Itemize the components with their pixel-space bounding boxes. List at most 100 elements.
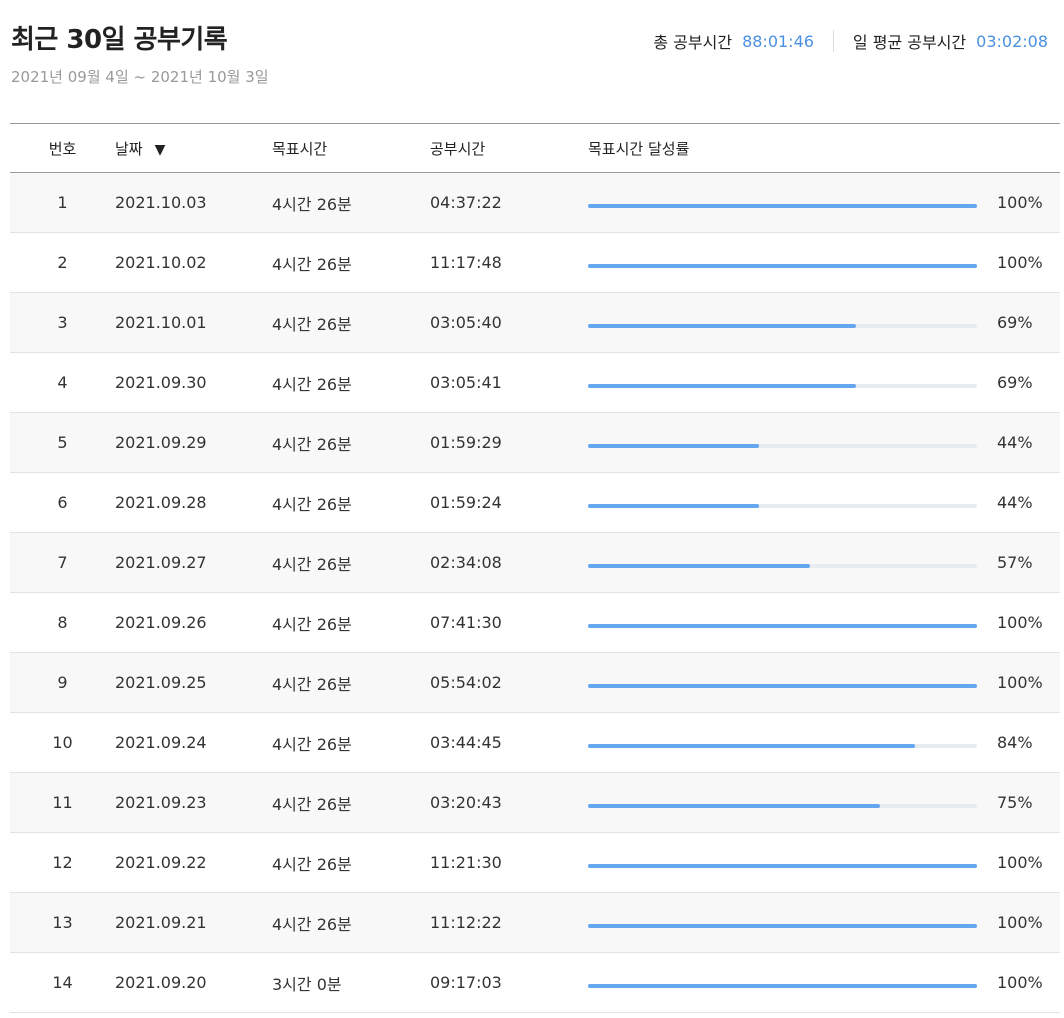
column-header-date-label: 날짜 xyxy=(115,139,143,158)
progress-bar-track xyxy=(588,323,977,328)
row-date: 2021.09.21 xyxy=(115,913,207,932)
table-row: 8 2021.09.26 4시간 26분 07:41:30 100% xyxy=(10,593,1060,653)
table-row: 2 2021.10.02 4시간 26분 11:17:48 100% xyxy=(10,233,1060,293)
total-study-time-value: 88:01:46 xyxy=(742,31,814,51)
row-achievement: 100% xyxy=(588,193,1060,212)
row-achievement: 75% xyxy=(588,793,1060,812)
table-body: 1 2021.10.03 4시간 26분 04:37:22 100% 2 2021.10.0… xyxy=(10,173,1060,1013)
row-number: 4 xyxy=(57,373,68,392)
progress-bar-fill xyxy=(588,683,977,688)
row-goal-time: 4시간 26분 xyxy=(272,734,352,754)
row-goal-time: 4시간 26분 xyxy=(272,674,352,694)
row-number: 2 xyxy=(57,253,68,272)
row-achievement: 44% xyxy=(588,493,1060,512)
row-study-time: 03:20:43 xyxy=(430,793,502,812)
column-header-study: 공부시간 xyxy=(430,139,486,158)
row-study-time: 11:17:48 xyxy=(430,253,502,272)
row-goal-time: 4시간 26분 xyxy=(272,194,352,214)
progress-bar-track xyxy=(588,743,977,748)
progress-bar-fill xyxy=(588,563,810,568)
progress-bar-fill xyxy=(588,863,977,868)
row-date: 2021.09.23 xyxy=(115,793,207,812)
achievement-percent: 69% xyxy=(997,313,1033,332)
row-goal-time: 4시간 26분 xyxy=(272,254,352,274)
row-number: 10 xyxy=(52,733,73,752)
progress-bar-fill xyxy=(588,263,977,268)
row-achievement: 100% xyxy=(588,973,1060,992)
row-date: 2021.09.30 xyxy=(115,373,207,392)
row-achievement: 100% xyxy=(588,853,1060,872)
achievement-percent: 100% xyxy=(997,613,1043,632)
row-study-time: 03:44:45 xyxy=(430,733,502,752)
row-study-time: 01:59:24 xyxy=(430,493,502,512)
table-row: 6 2021.09.28 4시간 26분 01:59:24 44% xyxy=(10,473,1060,533)
table-row: 4 2021.09.30 4시간 26분 03:05:41 69% xyxy=(10,353,1060,413)
row-study-time: 03:05:41 xyxy=(430,373,502,392)
progress-bar-track xyxy=(588,203,977,208)
row-achievement: 100% xyxy=(588,673,1060,692)
achievement-percent: 69% xyxy=(997,373,1033,392)
row-number: 13 xyxy=(52,913,73,932)
achievement-percent: 57% xyxy=(997,553,1033,572)
achievement-percent: 100% xyxy=(997,253,1043,272)
table-row: 12 2021.09.22 4시간 26분 11:21:30 100% xyxy=(10,833,1060,893)
progress-bar-track xyxy=(588,443,977,448)
row-date: 2021.10.03 xyxy=(115,193,207,212)
row-study-time: 11:12:22 xyxy=(430,913,502,932)
progress-bar-track xyxy=(588,863,977,868)
progress-bar-fill xyxy=(588,743,915,748)
progress-bar-fill xyxy=(588,503,760,508)
row-number: 1 xyxy=(57,193,68,212)
row-number: 9 xyxy=(57,673,68,692)
column-header-date[interactable]: 날짜 ▼ xyxy=(115,138,272,159)
date-range: 2021년 09월 4일 ~ 2021년 10월 3일 xyxy=(11,68,269,86)
row-number: 3 xyxy=(57,313,68,332)
row-goal-time: 4시간 26분 xyxy=(272,494,352,514)
row-achievement: 100% xyxy=(588,613,1060,632)
table-row: 11 2021.09.23 4시간 26분 03:20:43 75% xyxy=(10,773,1060,833)
row-date: 2021.10.01 xyxy=(115,313,207,332)
row-number: 14 xyxy=(52,973,73,992)
study-stats: 총 공부시간 88:01:46 일 평균 공부시간 03:02:08 xyxy=(653,29,1048,53)
progress-bar-track xyxy=(588,503,977,508)
achievement-percent: 75% xyxy=(997,793,1033,812)
table-row: 10 2021.09.24 4시간 26분 03:44:45 84% xyxy=(10,713,1060,773)
row-achievement: 44% xyxy=(588,433,1060,452)
progress-bar-track xyxy=(588,923,977,928)
achievement-percent: 44% xyxy=(997,493,1033,512)
achievement-percent: 100% xyxy=(997,673,1043,692)
row-date: 2021.09.22 xyxy=(115,853,207,872)
total-study-time-label: 총 공부시간 xyxy=(653,33,733,52)
progress-bar-fill xyxy=(588,443,760,448)
progress-bar-track xyxy=(588,623,977,628)
progress-bar-track xyxy=(588,263,977,268)
progress-bar-track xyxy=(588,383,977,388)
stats-divider xyxy=(832,30,834,52)
progress-bar-fill xyxy=(588,323,857,328)
daily-average-value: 03:02:08 xyxy=(976,31,1048,51)
table-row: 14 2021.09.20 3시간 0분 09:17:03 100% xyxy=(10,953,1060,1013)
row-achievement: 100% xyxy=(588,913,1060,932)
achievement-percent: 84% xyxy=(997,733,1033,752)
row-goal-time: 4시간 26분 xyxy=(272,854,352,874)
achievement-percent: 100% xyxy=(997,853,1043,872)
achievement-percent: 100% xyxy=(997,193,1043,212)
row-number: 7 xyxy=(57,553,68,572)
progress-bar-track xyxy=(588,683,977,688)
row-goal-time: 4시간 26분 xyxy=(272,614,352,634)
row-number: 11 xyxy=(52,793,73,812)
achievement-percent: 100% xyxy=(997,913,1043,932)
row-date: 2021.09.20 xyxy=(115,973,207,992)
row-achievement: 84% xyxy=(588,733,1060,752)
row-achievement: 69% xyxy=(588,313,1060,332)
table-row: 13 2021.09.21 4시간 26분 11:12:22 100% xyxy=(10,893,1060,953)
table-row: 5 2021.09.29 4시간 26분 01:59:29 44% xyxy=(10,413,1060,473)
sort-desc-icon[interactable]: ▼ xyxy=(155,142,166,158)
table-row: 3 2021.10.01 4시간 26분 03:05:40 69% xyxy=(10,293,1060,353)
row-study-time: 07:41:30 xyxy=(430,613,502,632)
progress-bar-fill xyxy=(588,923,977,928)
page-title: 최근 30일 공부기록 xyxy=(11,25,228,55)
row-study-time: 11:21:30 xyxy=(430,853,502,872)
row-study-time: 09:17:03 xyxy=(430,973,502,992)
row-goal-time: 4시간 26분 xyxy=(272,914,352,934)
